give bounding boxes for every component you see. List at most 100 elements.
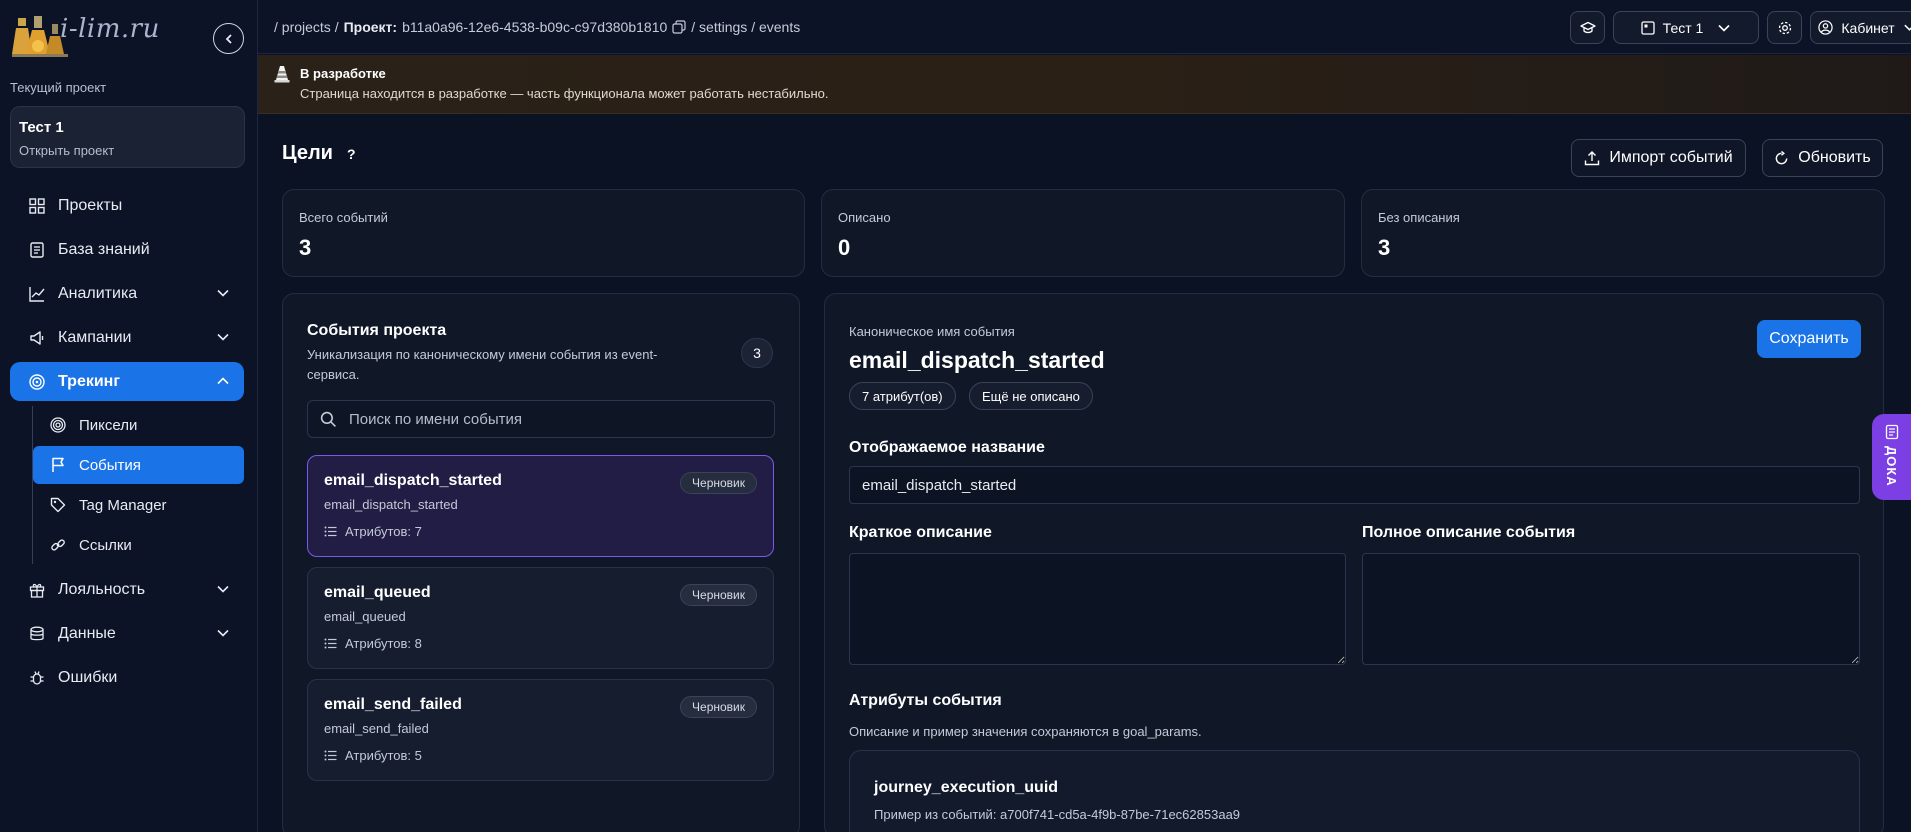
- banner-title: В разработке: [300, 66, 386, 81]
- breadcrumb-projects[interactable]: / projects /: [274, 19, 339, 35]
- breadcrumb-project-id[interactable]: b11a0a96-12e6-4538-b09c-c97d380b1810: [402, 19, 667, 35]
- refresh-label: Обновить: [1798, 149, 1871, 166]
- sidebar-item-label: Проекты: [58, 196, 123, 214]
- gift-icon: [28, 581, 46, 599]
- display-name-input[interactable]: [849, 466, 1860, 504]
- sidebar-item-label: База знаний: [58, 240, 150, 258]
- sidebar-item-label: Аналитика: [58, 284, 138, 302]
- canonical-name-label: Каноническое имя события: [849, 324, 1015, 339]
- chevron-down-icon: [1718, 24, 1730, 32]
- chevron-down-icon: [1903, 24, 1911, 31]
- tag-icon: [49, 496, 67, 514]
- project-select[interactable]: Тест 1: [1613, 11, 1759, 44]
- breadcrumb-rest[interactable]: / settings / events: [691, 19, 800, 35]
- sidebar-item-tracking[interactable]: Трекинг: [10, 362, 244, 401]
- sidebar-item-errors[interactable]: Ошибки: [10, 658, 244, 697]
- chart-icon: [28, 285, 46, 303]
- event-search[interactable]: [307, 400, 775, 438]
- sidebar-subitem-pixels[interactable]: Пиксели: [33, 406, 244, 444]
- stat-total-events: Всего событий 3: [282, 189, 805, 277]
- sidebar-item-knowledge-base[interactable]: База знаний: [10, 230, 244, 269]
- events-panel-subtitle: Уникализация по каноническому имени собы…: [307, 347, 658, 382]
- chevron-down-icon: [217, 585, 229, 593]
- dev-warning-banner: В разработке Страница находится в разраб…: [258, 55, 1911, 114]
- full-description-textarea[interactable]: [1362, 553, 1860, 665]
- tracking-subnav: Пиксели События Tag Manager Ссылки: [32, 406, 244, 564]
- stat-value: 3: [299, 235, 312, 260]
- page-title: Цели: [282, 142, 333, 164]
- link-icon: [49, 536, 67, 554]
- doka-side-tab[interactable]: ДОКА: [1872, 414, 1911, 500]
- help-button[interactable]: ?: [347, 146, 356, 162]
- chevron-down-icon: [217, 289, 229, 297]
- event-attrs-count: Атрибутов: 5: [345, 748, 422, 763]
- open-project-link[interactable]: Открыть проект: [19, 143, 236, 158]
- stat-value: 3: [1378, 235, 1391, 260]
- project-name: Тест 1: [19, 119, 64, 136]
- sidebar-subitem-events[interactable]: События: [33, 446, 244, 484]
- event-attributes-subtitle: Описание и пример значения сохраняются в…: [849, 724, 1202, 739]
- chevron-left-icon: [225, 33, 232, 44]
- event-list-item[interactable]: email_dispatch_started email_dispatch_st…: [307, 455, 774, 557]
- refresh-button[interactable]: Обновить: [1762, 139, 1883, 177]
- list-icon: [324, 638, 337, 649]
- event-search-input[interactable]: [349, 410, 769, 428]
- database-icon: [28, 625, 46, 643]
- cabinet-button[interactable]: Кабинет: [1810, 11, 1911, 44]
- flag-icon: [49, 456, 67, 474]
- import-events-button[interactable]: Импорт событий: [1571, 139, 1746, 177]
- sidebar-subitem-tag-manager[interactable]: Tag Manager: [33, 486, 244, 524]
- academy-button[interactable]: [1570, 11, 1605, 44]
- save-button[interactable]: Сохранить: [1757, 320, 1861, 358]
- current-project-card[interactable]: Тест 1 Открыть проект: [10, 106, 245, 168]
- book-icon: [28, 241, 46, 259]
- current-project-label: Текущий проект: [10, 80, 107, 95]
- sidebar-item-label: Трекинг: [58, 372, 121, 390]
- events-count-badge: 3: [741, 338, 773, 368]
- event-attributes-title: Атрибуты события: [849, 692, 1002, 709]
- sidebar-item-loyalty[interactable]: Лояльность: [10, 570, 244, 609]
- sidebar-item-label: Пиксели: [79, 416, 138, 434]
- attribute-example: Пример из событий: a700f741-cd5a-4f9b-87…: [874, 807, 1241, 822]
- collapse-sidebar-button[interactable]: [213, 23, 244, 54]
- attrs-chip: 7 атрибут(ов): [849, 382, 956, 410]
- event-attrs-row: Атрибутов: 8: [324, 636, 757, 651]
- import-events-label: Импорт событий: [1609, 149, 1733, 166]
- event-canonical: email_queued: [324, 609, 406, 624]
- upload-icon: [1585, 151, 1600, 166]
- cabinet-label: Кабинет: [1841, 19, 1895, 36]
- list-icon: [324, 750, 337, 761]
- status-badge: Черновик: [680, 584, 757, 606]
- event-list-item[interactable]: email_queued email_queued Атрибутов: 8 Ч…: [307, 567, 774, 669]
- graduation-cap-icon: [1579, 21, 1596, 33]
- sidebar-item-data[interactable]: Данные: [10, 614, 244, 653]
- event-detail-panel: Каноническое имя события email_dispatch_…: [824, 293, 1884, 832]
- sidebar-subitem-links[interactable]: Ссылки: [33, 526, 244, 564]
- project-icon: [1641, 20, 1655, 35]
- status-badge: Черновик: [680, 696, 757, 718]
- copy-icon[interactable]: [672, 20, 686, 34]
- sidebar-nav: Проекты База знаний Аналитика Кампании Т…: [10, 186, 244, 702]
- sidebar-item-label: Лояльность: [58, 580, 146, 598]
- fingerprint-icon: [49, 416, 67, 434]
- stat-described: Описано 0: [821, 189, 1345, 277]
- topbar: / projects / Проект: b11a0a96-12e6-4538-…: [258, 0, 1911, 54]
- gear-icon: [1778, 21, 1791, 34]
- settings-button[interactable]: [1767, 11, 1802, 44]
- traffic-cone-icon: [274, 66, 290, 83]
- description-status-chip: Ещё не описано: [969, 382, 1093, 410]
- sidebar-item-projects[interactable]: Проекты: [10, 186, 244, 225]
- sidebar-item-campaigns[interactable]: Кампании: [10, 318, 244, 357]
- short-description-textarea[interactable]: [849, 553, 1346, 665]
- stat-label: Без описания: [1378, 210, 1460, 225]
- event-detail-name: email_dispatch_started: [849, 347, 1105, 373]
- full-description-label: Полное описание события: [1362, 524, 1576, 541]
- chevron-up-icon: [217, 377, 229, 385]
- stat-label: Всего событий: [299, 210, 388, 225]
- document-icon: [1885, 424, 1898, 440]
- event-list-item[interactable]: email_send_failed email_send_failed Атри…: [307, 679, 774, 781]
- sidebar-item-analytics[interactable]: Аналитика: [10, 274, 244, 313]
- logo-text: i-lim.ru: [60, 14, 160, 44]
- doka-label: ДОКА: [1884, 446, 1899, 487]
- refresh-icon: [1775, 150, 1788, 164]
